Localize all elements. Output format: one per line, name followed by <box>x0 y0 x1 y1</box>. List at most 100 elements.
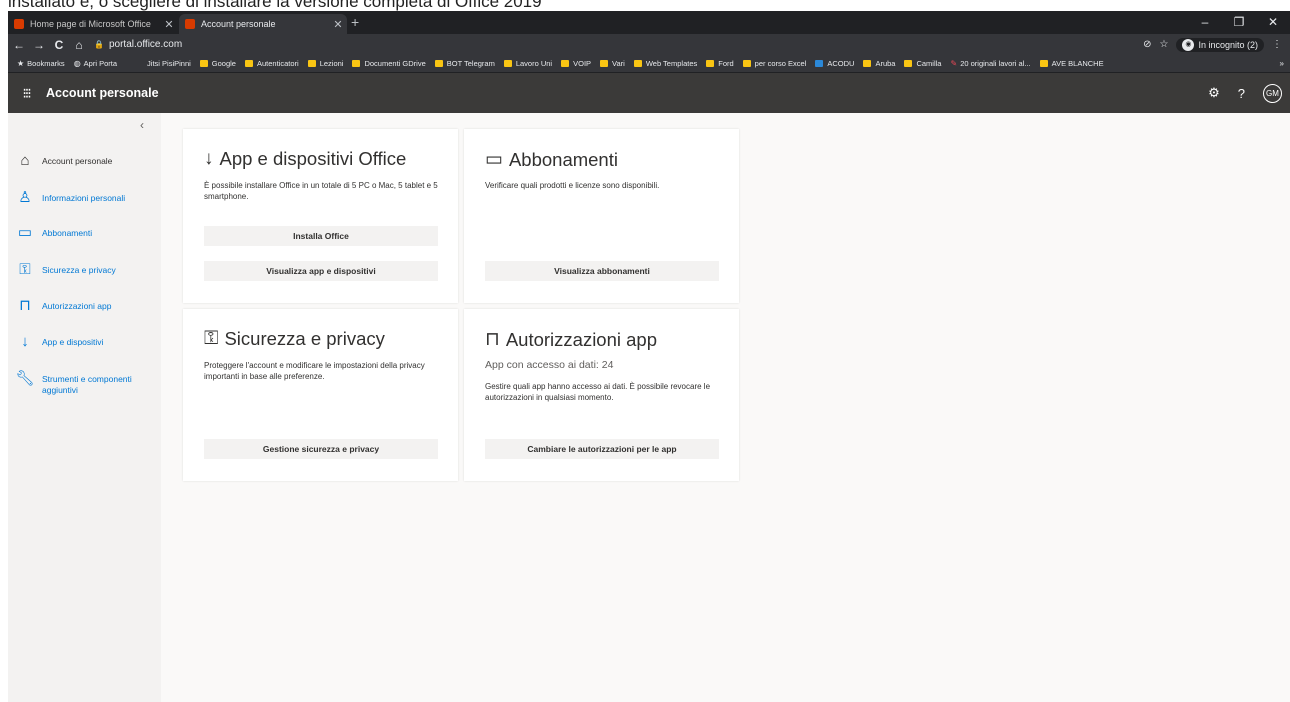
card-title: ↓ App e dispositivi Office <box>204 148 407 169</box>
bookmark-folder[interactable]: Web Templates <box>633 59 697 68</box>
help-button[interactable]: ? <box>1238 86 1245 101</box>
folder-icon <box>633 60 642 67</box>
restore-button[interactable]: ❐ <box>1222 11 1256 34</box>
window-controls: – ❐ ✕ <box>1188 11 1290 34</box>
document-text-strip: installato e, o scegliere di installare … <box>0 0 1290 11</box>
bookmark-folder[interactable]: Documenti GDrive <box>352 59 426 68</box>
bookmarks-overflow-button[interactable]: » <box>1280 55 1284 73</box>
office-favicon-icon <box>185 19 195 29</box>
bookmark-folder[interactable]: Lezioni <box>307 59 343 68</box>
tab-close-icon[interactable]: ✕ <box>160 18 178 31</box>
tab-office-home[interactable]: Home page di Microsoft Office ✕ <box>8 14 178 34</box>
sidebar-item-abbonamenti[interactable]: ▭ Abbonamenti <box>8 225 161 241</box>
folder-icon <box>434 60 443 67</box>
bookmarks-bar: ★ Bookmarks ◍ Apri Porta Jitsi PisiPinni G… <box>8 55 1290 73</box>
lock-icon: 🔒 <box>94 40 104 49</box>
bookmark-folder[interactable]: Ford <box>706 59 734 68</box>
install-office-button[interactable]: Installa Office <box>204 226 438 246</box>
office-favicon-icon <box>14 19 24 29</box>
browser-window: Home page di Microsoft Office ✕ Account … <box>8 11 1290 702</box>
card-description: Gestire quali app hanno accesso ai dati.… <box>485 382 711 402</box>
home-button[interactable]: ⌂ <box>70 38 88 52</box>
card-icon: ▭ <box>17 224 33 241</box>
bookmark-folder[interactable]: Google <box>199 59 236 68</box>
new-tab-button[interactable]: + <box>351 14 359 30</box>
key-icon: ⚿ <box>19 261 31 278</box>
bookmark-folder[interactable]: AVE BLANCHE <box>1039 59 1104 68</box>
sidebar-item-strumenti[interactable]: 🔧︎ Strumenti e componenti aggiuntivi <box>8 371 161 396</box>
view-subscriptions-button[interactable]: Visualizza abbonamenti <box>485 261 719 281</box>
app-launcher-icon[interactable]: ⁝⁝⁝ <box>14 85 38 102</box>
folder-icon <box>600 60 609 67</box>
incognito-badge[interactable]: ◉ In incognito (2) <box>1176 37 1264 52</box>
card-abbonamenti: ▭ Abbonamenti Verificare quali prodotti … <box>464 129 739 303</box>
bookmark-folder[interactable]: Aruba <box>863 59 895 68</box>
star-icon[interactable]: ☆ <box>1159 39 1168 50</box>
url-text: portal.office.com <box>108 39 183 50</box>
sidebar-item-label: Sicurezza e privacy <box>42 265 116 275</box>
bookmark-item[interactable]: ACODU <box>815 59 854 68</box>
card-description: Proteggere l'account e modificare le imp… <box>204 361 425 381</box>
reload-button[interactable]: C <box>50 38 68 52</box>
incognito-label: In incognito (2) <box>1198 39 1258 50</box>
sidebar-item-account-personale[interactable]: ⌂ Account personale <box>8 153 161 169</box>
card-app-dispositivi: ↓ App e dispositivi Office È possibile i… <box>183 129 458 303</box>
bookmark-folder[interactable]: per corso Excel <box>742 59 806 68</box>
manage-security-button[interactable]: Gestione sicurezza e privacy <box>204 439 438 459</box>
card-sicurezza-privacy: ⚿ Sicurezza e privacy Proteggere l'accou… <box>183 309 458 481</box>
collapse-nav-button[interactable]: ‹ <box>140 118 144 132</box>
bookmark-item[interactable]: ★ Bookmarks <box>17 59 65 68</box>
bookmark-folder[interactable]: Camilla <box>904 59 941 68</box>
lock-icon: ⊓ <box>19 297 31 314</box>
sidebar-item-app-dispositivi[interactable]: ↓ App e dispositivi <box>8 334 161 350</box>
globe-icon: ◍ <box>73 59 81 68</box>
card-autorizzazioni-app: ⊓ Autorizzazioni app App con accesso ai … <box>464 309 739 481</box>
card-description: Verificare quali prodotti e licenze sono… <box>485 181 660 190</box>
folder-icon <box>199 60 208 67</box>
folder-icon <box>904 60 913 67</box>
bookmark-folder[interactable]: Vari <box>600 59 625 68</box>
wrench-icon: 🔧︎ <box>15 370 35 387</box>
bookmark-folder[interactable]: Autenticatori <box>244 59 299 68</box>
sidebar-item-label: Autorizzazioni app <box>42 301 112 311</box>
sidebar-item-label: App e dispositivi <box>42 337 104 347</box>
back-button[interactable]: ← <box>10 38 28 52</box>
bookmark-folder[interactable]: BOT Telegram <box>434 59 495 68</box>
pen-icon: ✎ <box>950 59 958 68</box>
folder-icon <box>742 60 751 67</box>
change-app-permissions-button[interactable]: Cambiare le autorizzazioni per le app <box>485 439 719 459</box>
folder-icon <box>352 60 361 67</box>
forward-button[interactable]: → <box>30 38 48 52</box>
page: installato e, o scegliere di installare … <box>0 0 1290 702</box>
folder-icon <box>503 60 512 67</box>
bookmark-item[interactable]: Jitsi PisiPinni <box>147 59 191 68</box>
download-icon: ↓ <box>21 333 29 350</box>
tab-label: Home page di Microsoft Office <box>30 19 151 29</box>
card-title: ▭ Abbonamenti <box>485 148 618 171</box>
sidebar-item-label: Informazioni personali <box>42 193 126 203</box>
avatar[interactable]: GM <box>1263 83 1282 103</box>
bookmark-item[interactable]: ◍ Apri Porta <box>74 59 117 68</box>
minimize-button[interactable]: – <box>1188 11 1222 34</box>
sidebar-item-autorizzazioni-app[interactable]: ⊓ Autorizzazioni app <box>8 298 161 314</box>
settings-gear-icon[interactable]: ⚙ <box>1208 85 1220 101</box>
tab-account-personale[interactable]: Account personale ✕ <box>179 14 347 34</box>
download-icon: ↓ <box>204 148 214 169</box>
sidebar-item-informazioni-personali[interactable]: ♙ Informazioni personali <box>8 190 161 206</box>
url-field[interactable]: 🔒 portal.office.com <box>94 39 182 50</box>
eye-off-icon[interactable]: ⊘ <box>1143 39 1151 50</box>
star-icon: ★ <box>17 59 25 68</box>
bookmark-folder[interactable]: Lavoro Uni <box>503 59 552 68</box>
folder-icon <box>863 60 872 67</box>
key-icon: ⚿ <box>204 328 219 349</box>
sidebar-item-label: Abbonamenti <box>42 228 93 238</box>
bookmark-folder[interactable]: VOIP <box>561 59 591 68</box>
menu-dots-icon[interactable]: ⋮ <box>1272 39 1282 50</box>
view-apps-devices-button[interactable]: Visualizza app e dispositivi <box>204 261 438 281</box>
tab-close-icon[interactable]: ✕ <box>329 18 347 31</box>
folder-icon <box>706 60 715 67</box>
sidebar-item-sicurezza-privacy[interactable]: ⚿ Sicurezza e privacy <box>8 262 161 278</box>
close-window-button[interactable]: ✕ <box>1256 11 1290 34</box>
folder-icon <box>561 60 570 67</box>
bookmark-item[interactable]: ✎ 20 originali lavori al... <box>950 59 1030 68</box>
